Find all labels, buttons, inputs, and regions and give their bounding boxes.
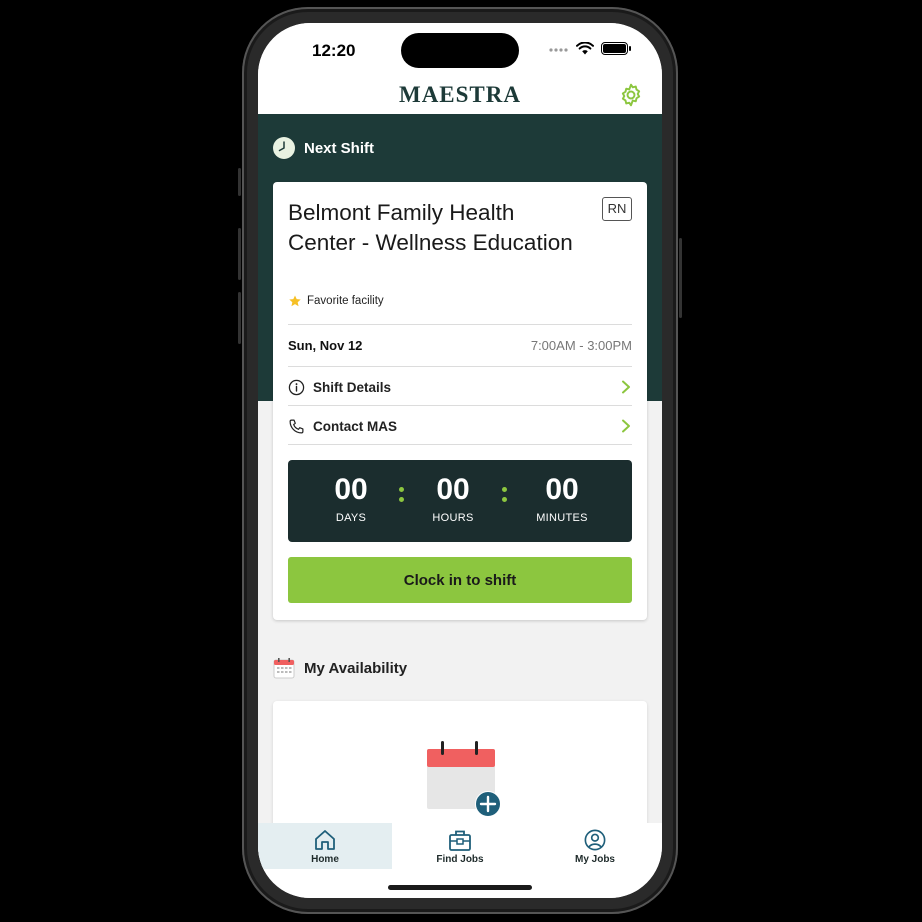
countdown-hours-value: 00	[436, 473, 470, 506]
next-shift-title: Next Shift	[304, 139, 375, 157]
calendar-icon	[273, 658, 295, 679]
shift-time-range: 7:00AM - 3:00PM	[530, 338, 632, 353]
wifi-icon	[576, 42, 594, 55]
dynamic-island	[401, 33, 519, 68]
nav-my-jobs[interactable]: My Jobs	[528, 823, 662, 869]
cellular-signal-icon	[549, 47, 568, 52]
divider	[288, 444, 632, 445]
countdown-days: 00 DAYS	[306, 473, 396, 524]
info-icon	[288, 379, 305, 395]
countdown-separator	[399, 487, 405, 507]
status-bar: 12:20	[258, 23, 662, 81]
countdown-hours: 00 HOURS	[408, 473, 498, 524]
briefcase-icon	[449, 830, 471, 851]
phone-screen: 12:20 MAESTRA Next Shift Belmont Family …	[258, 23, 662, 898]
availability-title: My Availability	[304, 659, 408, 677]
app-header: MAESTRA	[258, 81, 662, 114]
shift-card: Belmont Family Health Center - Wellness …	[273, 182, 647, 620]
side-button-volume-down	[238, 292, 241, 344]
battery-icon	[601, 42, 631, 55]
divider	[288, 405, 632, 406]
calendar-add-icon[interactable]	[425, 741, 505, 816]
bottom-nav: Home Find Jobs My Jobs	[258, 823, 662, 898]
countdown-days-label: DAYS	[335, 512, 367, 524]
nav-find-jobs[interactable]: Find Jobs	[393, 823, 527, 869]
divider	[288, 324, 632, 325]
chevron-right-icon	[622, 419, 630, 433]
countdown-days-value: 00	[334, 473, 368, 506]
brand-logo: MAESTRA	[398, 82, 521, 107]
contact-mas-label: Contact MAS	[313, 418, 397, 434]
availability-card[interactable]	[273, 701, 647, 841]
side-button-volume-up	[238, 228, 241, 280]
shift-details-link[interactable]: Shift Details	[288, 368, 632, 406]
countdown-timer: 00 DAYS 00 HOURS 00 MINUTES	[288, 460, 632, 542]
nav-my-jobs-label: My Jobs	[574, 854, 615, 865]
availability-heading: My Availability	[273, 657, 407, 679]
gear-icon[interactable]	[618, 82, 644, 108]
clock-icon	[273, 137, 295, 159]
countdown-minutes: 00 MINUTES	[517, 473, 607, 524]
divider	[288, 366, 632, 367]
countdown-hours-label: HOURS	[432, 512, 474, 524]
shift-date: Sun, Nov 12	[288, 338, 363, 353]
nav-find-jobs-label: Find Jobs	[436, 854, 484, 865]
status-icons	[549, 42, 631, 55]
chevron-right-icon	[622, 380, 630, 394]
status-time: 12:20	[312, 41, 356, 60]
side-button-power	[679, 238, 682, 318]
phone-icon	[289, 419, 304, 433]
facility-name: Belmont Family Health Center - Wellness …	[288, 200, 573, 255]
user-circle-icon	[584, 829, 606, 851]
favorite-label: Favorite facility	[307, 295, 384, 307]
favorite-facility: Favorite facility	[288, 294, 384, 308]
shift-date-row: Sun, Nov 12 7:00AM - 3:00PM	[288, 338, 632, 353]
countdown-minutes-label: MINUTES	[536, 512, 588, 524]
home-indicator[interactable]	[388, 885, 532, 890]
next-shift-heading: Next Shift	[273, 137, 374, 159]
role-badge: RN	[602, 197, 632, 221]
nav-home[interactable]: Home	[258, 823, 392, 869]
countdown-minutes-value: 00	[545, 473, 579, 506]
contact-mas-link[interactable]: Contact MAS	[288, 407, 632, 445]
side-button-action	[238, 168, 241, 196]
shift-details-label: Shift Details	[313, 379, 392, 395]
clock-in-button[interactable]: Clock in to shift	[288, 557, 632, 603]
star-icon	[289, 295, 301, 307]
countdown-separator	[502, 487, 508, 507]
home-icon	[315, 830, 335, 850]
nav-home-label: Home	[311, 854, 339, 865]
